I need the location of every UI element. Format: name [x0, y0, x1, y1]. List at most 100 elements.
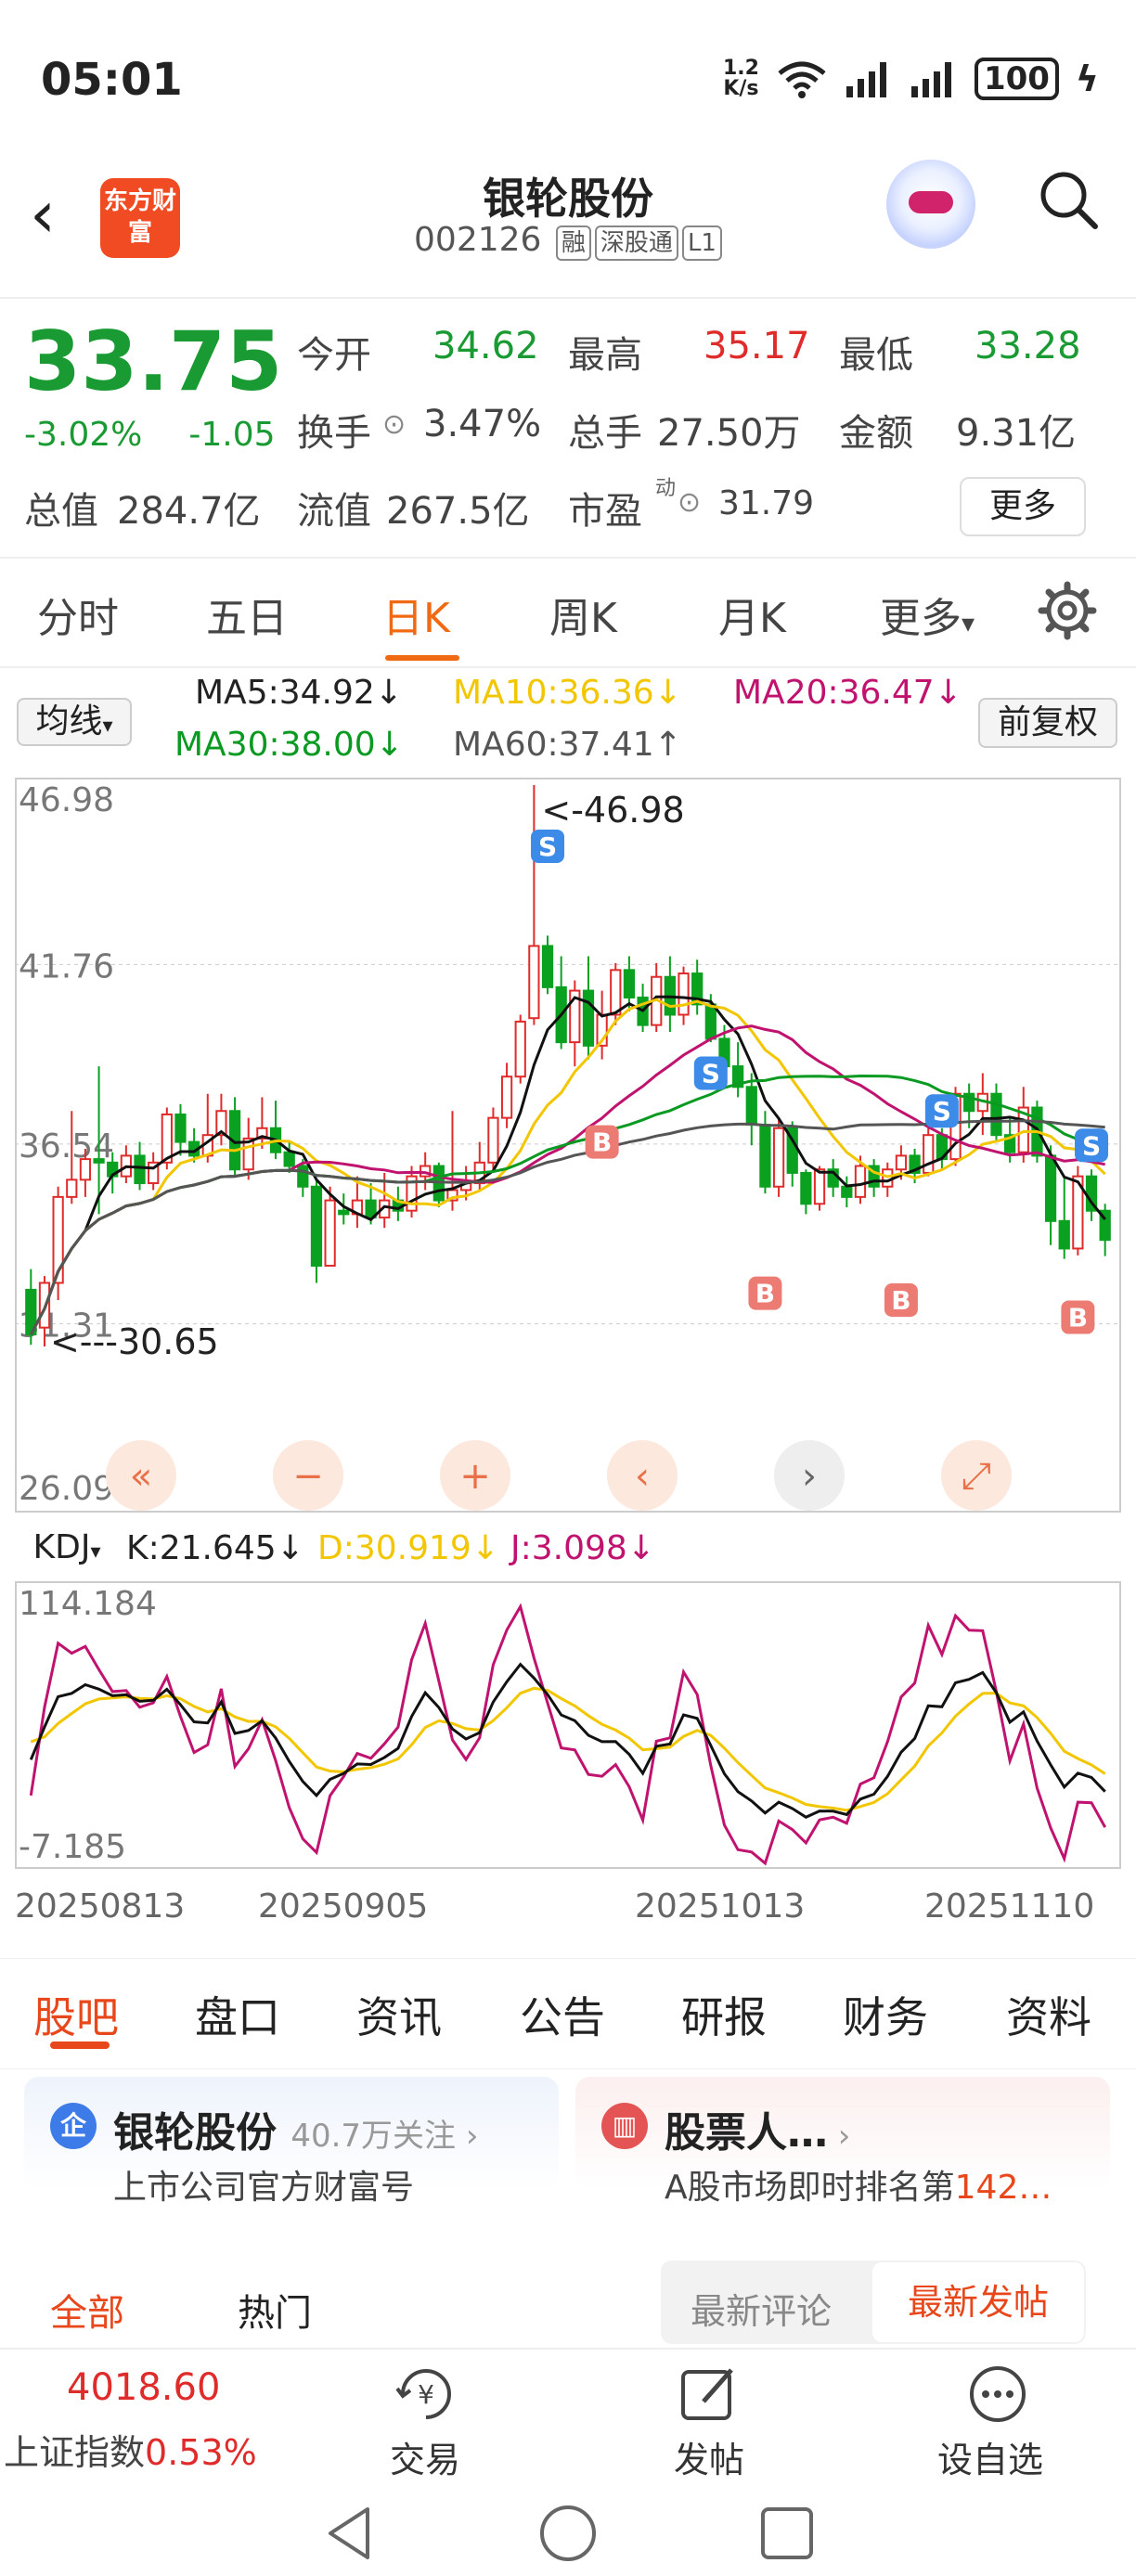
zoom-out-fast-button-glyph: « [130, 1455, 152, 1498]
candle-body [541, 945, 554, 988]
sort-latest-comment[interactable]: 最新评论 [691, 2283, 832, 2334]
tab-orderbook[interactable]: 盘口 [195, 1984, 280, 2045]
ma10-label: MA10:36.36↓ [453, 674, 682, 712]
compose-icon[interactable] [676, 2364, 744, 2424]
tab-weekly-k[interactable]: 周K [549, 585, 617, 644]
candle-body [487, 1116, 499, 1164]
tab-five-day[interactable]: 五日 [206, 585, 288, 644]
stock-ranking-card[interactable]: ▥ 股票人… › A股市场即时排名第142… [575, 2077, 1110, 2207]
amount-value: 9.31亿 [956, 412, 1077, 455]
kdj-j-label: J:3.098↓ [510, 1529, 655, 1567]
y-tick-label: 46.98 [19, 781, 114, 819]
tab-more[interactable]: 更多▾ [880, 585, 975, 644]
sort-latest-post[interactable]: 最新发帖 [872, 2262, 1084, 2342]
date-label-4: 20251110 [924, 1887, 1095, 1926]
kdj-selector[interactable]: KDJ▾ [17, 1526, 117, 1574]
stock-ranking-name: 股票人… [665, 2109, 828, 2157]
net-speed-value: 1.2 [722, 57, 759, 80]
tab-monthly-k[interactable]: 月K [718, 585, 786, 644]
indicator-selector[interactable]: 均线▾ [17, 698, 132, 746]
candle-body [923, 1134, 935, 1174]
index-info[interactable]: 上证指数0.53% [4, 2424, 257, 2475]
candle-body [813, 1168, 826, 1205]
header-divider [0, 297, 1136, 299]
open-label: 今开 [297, 334, 371, 377]
chevron-right-icon: › [828, 2118, 851, 2155]
stock-ranking-subtitle: A股市场即时排名第142… [665, 2160, 1052, 2209]
candle-body [514, 1020, 526, 1078]
ma20-label: MA20:36.47↓ [733, 674, 962, 712]
float-label: 流值 [297, 490, 371, 533]
net-speed-unit: K/s [723, 77, 759, 100]
candle-body [854, 1165, 867, 1198]
volume-label: 总手 [568, 412, 642, 455]
filter-all[interactable]: 全部 [50, 2283, 124, 2337]
candle-body [623, 969, 636, 998]
trade-icon[interactable]: ¥ [392, 2364, 460, 2424]
gear-icon[interactable] [1038, 581, 1097, 640]
tag-connect: 深股通 [594, 225, 678, 261]
buy-signal-label: B [755, 1279, 775, 1309]
info-icon[interactable]: ⊙ [382, 408, 406, 441]
change-row: -3.02% -1.05 [24, 416, 322, 454]
index-value[interactable]: 4018.60 [67, 2366, 220, 2409]
sell-signal-label: S [933, 1096, 951, 1127]
watchlist-label[interactable]: 设自选 [937, 2431, 1043, 2482]
signal-icon [846, 62, 886, 97]
post-label[interactable]: 发帖 [674, 2431, 744, 2482]
candle-body [745, 1086, 757, 1127]
pe-info-icon[interactable]: ⊙ [678, 486, 701, 519]
stock-code: 002126 [414, 221, 542, 259]
volume-value: 27.50万 [657, 412, 801, 455]
adjust-button[interactable]: 前复权 [978, 698, 1117, 748]
tab-profile[interactable]: 资料 [1006, 1984, 1091, 2045]
tab-intraday[interactable]: 分时 [37, 585, 119, 644]
status-bar: 05:01 1.2 K/s 100 ϟ [0, 0, 1136, 158]
pe-value: 31.79 [718, 484, 815, 522]
tab-news[interactable]: 资讯 [356, 1984, 442, 2045]
nav-back-icon[interactable] [321, 2504, 377, 2563]
tab-financials[interactable]: 财务 [843, 1984, 928, 2045]
candle-body [759, 1124, 771, 1188]
ranking-value: 142… [954, 2169, 1052, 2207]
date-label-1: 20250813 [15, 1887, 186, 1926]
tab-forum[interactable]: 股吧 [33, 1984, 119, 2045]
index-name: 上证指数 [4, 2432, 146, 2473]
tab-research[interactable]: 研报 [681, 1984, 767, 2045]
candle-body [895, 1154, 908, 1171]
trade-label[interactable]: 交易 [390, 2431, 460, 2482]
pe-dynamic-mark: 动 [655, 477, 677, 500]
company-account-card[interactable]: 企 银轮股份 40.7万关注 › 上市公司官方财富号 [24, 2077, 559, 2207]
bar-chart-icon: ▥ [601, 2103, 648, 2149]
tab-announcements[interactable]: 公告 [520, 1984, 605, 2045]
search-icon[interactable] [1038, 169, 1099, 230]
tab-more-label: 更多 [880, 595, 962, 642]
buy-signal-label: B [891, 1285, 910, 1316]
nav-home-icon[interactable] [538, 2504, 598, 2563]
more-button[interactable]: 更多 [960, 477, 1086, 536]
active-tab-indicator [385, 655, 459, 661]
tab-daily-k[interactable]: 日K [382, 585, 450, 644]
sell-signal-label: S [702, 1058, 720, 1088]
candle-body [297, 1165, 309, 1188]
candlestick-chart[interactable]: 46.9841.7636.5431.3126.09<-46.98<---30.6… [15, 778, 1121, 1513]
candle-body [338, 1209, 350, 1216]
assistant-avatar[interactable] [886, 160, 975, 249]
index-change: 0.53% [145, 2432, 257, 2473]
kdj-chart[interactable]: 114.184 -7.185 [15, 1581, 1121, 1869]
enterprise-icon: 企 [50, 2103, 97, 2149]
watchlist-icon[interactable] [963, 2364, 1032, 2424]
candle-body [990, 1092, 1002, 1137]
nav-recents-icon[interactable] [759, 2505, 815, 2561]
fullscreen-button-glyph: ⤢ [962, 1455, 991, 1498]
turnover-value: 3.47% [423, 403, 542, 445]
date-label-3: 20251013 [635, 1887, 806, 1926]
buy-signal-label: B [592, 1127, 612, 1158]
candle-body [800, 1171, 812, 1205]
sell-signal-label: S [538, 831, 557, 862]
candle-body [1058, 1219, 1070, 1250]
last-price: 33.75 [24, 314, 283, 409]
filter-hot[interactable]: 热门 [238, 2283, 312, 2337]
pe-label: 市盈 [568, 490, 642, 533]
indicator-selector-label: 均线 [35, 702, 103, 741]
